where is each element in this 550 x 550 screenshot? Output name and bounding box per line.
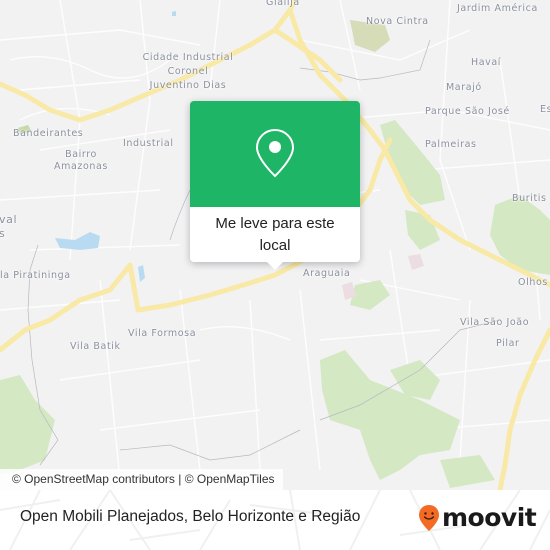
place-label: Havaí: [471, 57, 502, 68]
openmaptiles-attribution-link[interactable]: © OpenMapTiles: [185, 472, 275, 486]
place-label: val: [0, 213, 18, 226]
moovit-logo[interactable]: moovit: [418, 503, 537, 532]
place-label: Bairro: [65, 149, 97, 160]
map-view[interactable]: Glalijá Nova Cintra Jardim América Cidad…: [0, 0, 550, 490]
footer-title: Open Mobili Planejados, Belo Horizonte e…: [20, 508, 361, 525]
osm-attribution-link[interactable]: © OpenStreetMap contributors: [12, 472, 175, 486]
attribution-separator: |: [178, 472, 182, 486]
place-label: Olhos: [518, 277, 548, 288]
map-pin-icon: [255, 128, 295, 178]
map-attribution: © OpenStreetMap contributors | © OpenMap…: [0, 469, 283, 490]
place-label: Bandeirantes: [13, 128, 84, 139]
place-label: Industrial: [123, 138, 174, 149]
place-label: Es: [540, 104, 550, 115]
place-label: Marajó: [446, 82, 482, 93]
footer: Open Mobili Planejados, Belo Horizonte e…: [0, 490, 550, 550]
popup-arrow: [267, 262, 283, 270]
take-me-there-button[interactable]: Me leve para este local: [190, 207, 360, 262]
moovit-wordmark: moovit: [442, 503, 537, 532]
place-label: Amazonas: [54, 161, 108, 172]
place-label: Vila Formosa: [128, 328, 197, 339]
place-label: Buritis: [512, 193, 547, 204]
place-label: Araguaia: [303, 268, 351, 279]
popup-header: [190, 101, 360, 207]
place-label: Coronel: [167, 66, 209, 77]
place-label: Parque São José: [425, 106, 510, 117]
place-label: Vila Batik: [70, 341, 121, 352]
place-label: Palmeiras: [425, 139, 477, 150]
place-label: Glalijá: [266, 0, 300, 8]
place-label: Cidade Industrial: [142, 52, 234, 63]
place-label: Juventino Dias: [149, 80, 227, 91]
place-label: Pilar: [496, 338, 520, 349]
moovit-smiley-pin-icon: [419, 505, 439, 531]
place-label: s: [0, 227, 6, 240]
place-label: Nova Cintra: [366, 16, 429, 27]
take-me-there-popup[interactable]: Me leve para este local: [190, 101, 360, 270]
place-label: Vila São João: [460, 317, 530, 328]
place-label: la Piratininga: [0, 270, 71, 281]
place-label: Jardim América: [457, 3, 538, 14]
